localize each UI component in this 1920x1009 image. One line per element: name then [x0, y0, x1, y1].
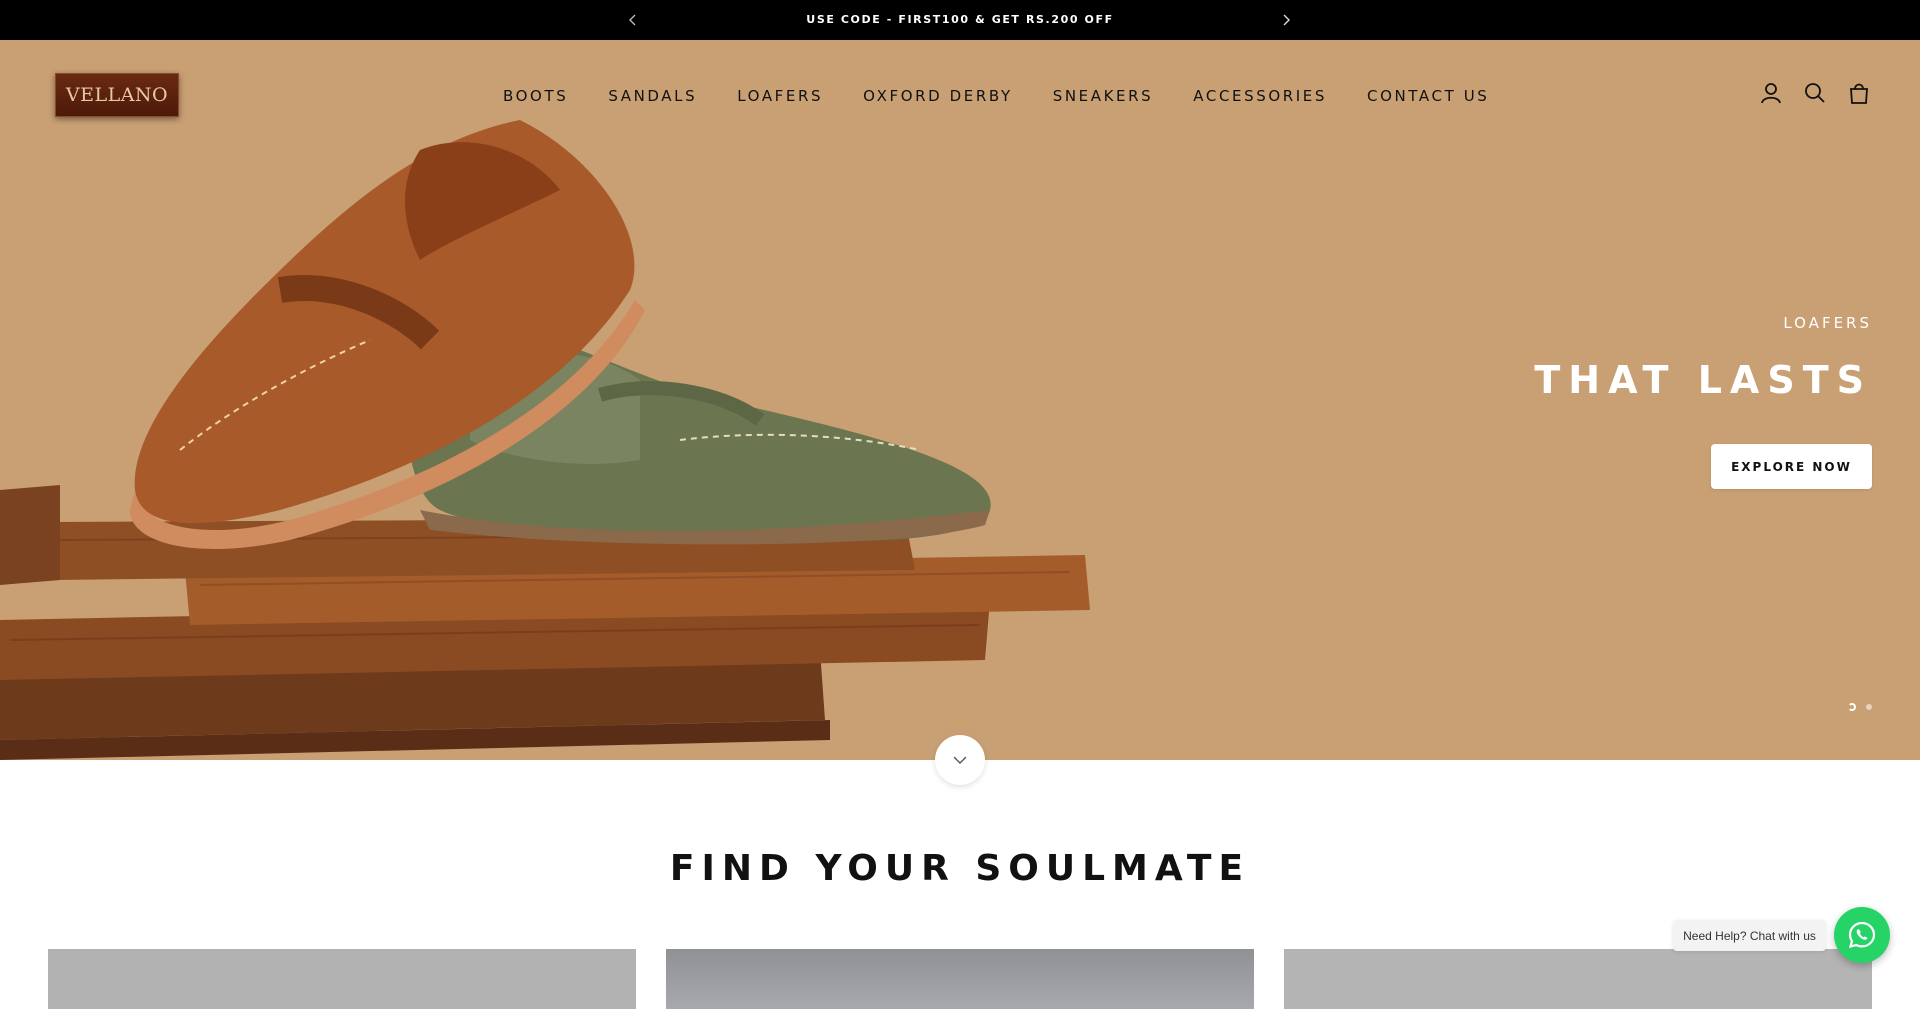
collection-card[interactable] [666, 949, 1254, 1009]
scroll-down-button[interactable] [935, 735, 985, 785]
nav-item-accessories[interactable]: ACCESSORIES [1193, 84, 1327, 108]
nav-item-sneakers[interactable]: SNEAKERS [1053, 84, 1154, 108]
hero-shoes-image [0, 120, 1090, 760]
cart-icon[interactable] [1846, 80, 1872, 106]
chevron-right-icon[interactable] [1278, 12, 1294, 28]
hero-heading: THAT LASTS [1534, 358, 1872, 402]
logo-text: VELLANO [65, 84, 169, 106]
hero-subheading: LOAFERS [1783, 314, 1872, 332]
search-icon[interactable] [1802, 80, 1828, 106]
collection-card[interactable] [1284, 949, 1872, 1009]
header-actions [1758, 80, 1872, 106]
whatsapp-help-label[interactable]: Need Help? Chat with us [1673, 920, 1826, 951]
announcement-bar: USE CODE - FIRST100 & GET RS.200 OFF [0, 0, 1920, 40]
nav-item-oxford-derby[interactable]: OXFORD DERBY [863, 84, 1013, 108]
nav-item-sandals[interactable]: SANDALS [608, 84, 697, 108]
nav-item-loafers[interactable]: LOAFERS [737, 84, 823, 108]
brand-logo[interactable]: VELLANO [55, 73, 179, 117]
explore-now-button[interactable]: EXPLORE NOW [1711, 444, 1872, 489]
announcement-text: USE CODE - FIRST100 & GET RS.200 OFF [806, 13, 1114, 26]
section-title: FIND YOUR SOULMATE [669, 848, 1251, 889]
nav-item-contact-us[interactable]: CONTACT US [1367, 84, 1489, 108]
chevron-down-icon [953, 756, 967, 764]
main-nav: BOOTS SANDALS LOAFERS OXFORD DERBY SNEAK… [503, 84, 1489, 108]
hero-banner: VELLANO BOOTS SANDALS LOAFERS OXFORD DER… [0, 40, 1920, 760]
nav-item-boots[interactable]: BOOTS [503, 84, 568, 108]
slide-dot-1[interactable] [1848, 703, 1856, 711]
whatsapp-button[interactable] [1834, 907, 1890, 963]
account-icon[interactable] [1758, 80, 1784, 106]
slide-dot-2[interactable] [1866, 704, 1872, 710]
slide-indicator [1838, 703, 1872, 711]
collection-card[interactable] [48, 949, 636, 1009]
whatsapp-icon [1848, 921, 1876, 949]
